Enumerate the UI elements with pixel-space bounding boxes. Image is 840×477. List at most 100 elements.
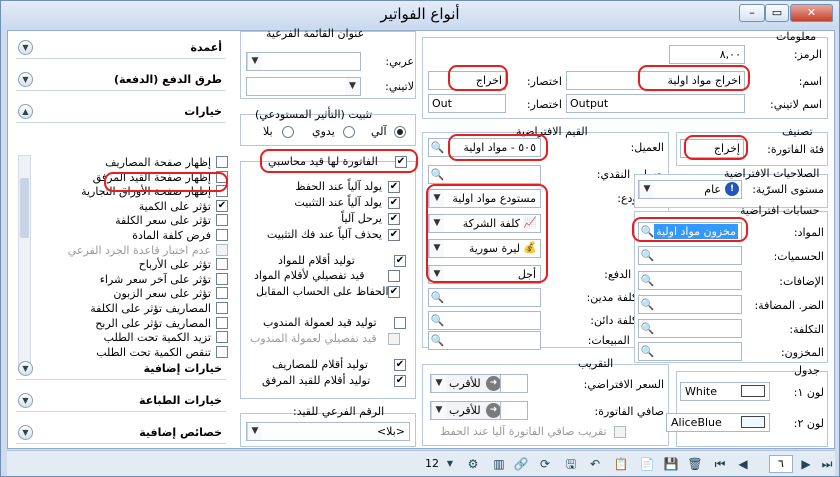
search-icon[interactable]: 🔍 bbox=[639, 296, 656, 313]
radio-auto[interactable] bbox=[394, 126, 406, 138]
additions-input[interactable]: 🔍 bbox=[638, 271, 742, 290]
detailed-items-checkbox[interactable] bbox=[388, 270, 400, 282]
code-input[interactable]: ٨,٠٠ bbox=[669, 45, 745, 64]
search-icon[interactable]: 🔍 bbox=[639, 272, 656, 289]
scrollbar-thumb[interactable] bbox=[20, 178, 29, 238]
undo-icon[interactable]: ↶ bbox=[587, 456, 603, 472]
latin-select[interactable]: ▼ bbox=[246, 77, 361, 96]
next-icon[interactable]: ▶ bbox=[798, 456, 814, 472]
name-input[interactable]: اخراج مواد اولية bbox=[566, 71, 745, 90]
gen-expenses-checkbox[interactable]: ✔ bbox=[394, 359, 406, 371]
refresh-icon[interactable]: ⟳ bbox=[537, 456, 553, 472]
gen-attached-checkbox[interactable]: ✔ bbox=[394, 375, 406, 387]
option-item[interactable]: فرض كلفة المادة bbox=[35, 228, 228, 244]
customer-input[interactable]: 🔍 ٥٠٥ - مواد اولية bbox=[428, 138, 541, 157]
vat-input[interactable]: 🔍 bbox=[638, 295, 742, 314]
option-item[interactable]: إظهار صفحة القيد المرفق bbox=[35, 170, 228, 186]
option-checkbox[interactable] bbox=[216, 156, 228, 168]
materials-input[interactable]: 🔍 مخزون مواد اولية bbox=[638, 222, 742, 241]
color2-select[interactable]: AliceBlue bbox=[666, 413, 770, 432]
option-item[interactable]: تؤثر على سعر الزبون bbox=[35, 286, 228, 302]
color1-select[interactable]: White bbox=[680, 382, 770, 401]
arabic-select[interactable]: ▼ bbox=[246, 52, 361, 71]
search-icon[interactable]: 🔍 bbox=[639, 247, 656, 264]
journal-option-checkbox[interactable]: ✔ bbox=[388, 181, 400, 193]
debit-center-input[interactable]: 🔍 bbox=[428, 288, 541, 307]
chevron-down-icon[interactable]: ▼ bbox=[429, 266, 444, 283]
barcode-icon[interactable]: ▥ bbox=[491, 456, 507, 472]
dropdown-arrow-icon[interactable]: ▼ bbox=[445, 456, 455, 472]
option-checkbox[interactable] bbox=[216, 302, 228, 314]
option-item[interactable]: تؤثر على آخر سعر شراء bbox=[35, 272, 228, 288]
credit-center-input[interactable]: 🔍 bbox=[428, 311, 541, 330]
price-select[interactable]: ▼ 📈 كلفة الشركة bbox=[428, 214, 541, 233]
invoice-journal-checkbox[interactable]: ✔ bbox=[395, 156, 407, 168]
chevron-down-icon[interactable]: ▼ bbox=[639, 181, 654, 198]
latin-name-input[interactable]: Output bbox=[566, 94, 745, 113]
option-item[interactable]: ✔ تؤثر على الكمية bbox=[35, 199, 228, 215]
payment-select[interactable]: ▼ أجل bbox=[428, 265, 541, 284]
journal-option-checkbox[interactable]: ✔ bbox=[388, 213, 400, 225]
discounts-input[interactable]: 🔍 bbox=[638, 246, 742, 265]
chevron-down-icon[interactable]: ▼ bbox=[18, 72, 33, 87]
option-item[interactable]: تزيد الكمية تحت الطلب bbox=[35, 330, 228, 346]
delete-icon[interactable]: 🗑 bbox=[687, 456, 703, 472]
section-print-options[interactable]: خيارات الطباعة ▼ bbox=[16, 390, 226, 412]
chevron-down-icon[interactable]: ▼ bbox=[431, 402, 446, 419]
option-checkbox[interactable] bbox=[216, 345, 228, 358]
chevron-down-icon[interactable]: ▼ bbox=[429, 215, 444, 232]
option-item[interactable]: المصاريف تؤثر على الربح bbox=[35, 316, 228, 332]
option-item[interactable]: المصاريف تؤثر على الكلفة bbox=[35, 301, 228, 317]
copy-icon[interactable]: 📋 bbox=[613, 456, 629, 472]
sales-rep-input[interactable]: 🔍 bbox=[428, 331, 541, 350]
chevron-down-icon[interactable]: ▼ bbox=[18, 40, 33, 55]
radio-manual[interactable] bbox=[343, 126, 355, 138]
option-checkbox[interactable] bbox=[216, 243, 228, 256]
option-checkbox[interactable] bbox=[216, 185, 228, 198]
section-payment[interactable]: طرق الدفع (الدفعة) ▼ bbox=[16, 69, 226, 91]
search-icon[interactable]: 🔍 bbox=[429, 312, 446, 329]
options-scrollbar[interactable] bbox=[18, 155, 31, 367]
cash-input[interactable]: 🔍 bbox=[428, 165, 541, 184]
last-icon[interactable]: ⏭ bbox=[819, 456, 835, 472]
chevron-down-icon[interactable]: ▼ bbox=[431, 375, 446, 392]
chevron-up-icon[interactable]: ▲ bbox=[18, 104, 33, 119]
chevron-down-icon[interactable]: ▼ bbox=[18, 393, 33, 408]
chevron-down-icon[interactable]: ▼ bbox=[429, 240, 444, 257]
link-icon[interactable]: 🔗 bbox=[513, 456, 529, 472]
agent-detailed-checkbox[interactable] bbox=[388, 333, 400, 345]
radio-none[interactable] bbox=[282, 126, 294, 138]
journal-option-checkbox[interactable]: ✔ bbox=[388, 197, 400, 209]
inventory-input[interactable]: 🔍 bbox=[638, 342, 742, 361]
gen-items-checkbox[interactable]: ✔ bbox=[394, 255, 406, 267]
search-icon[interactable]: 🔍 bbox=[639, 320, 656, 337]
save-icon[interactable]: 💾 bbox=[663, 456, 679, 472]
agent-commission-checkbox[interactable] bbox=[394, 317, 406, 329]
option-checkbox[interactable] bbox=[216, 214, 228, 227]
settings-icon[interactable]: ⚙ bbox=[465, 456, 481, 472]
restore-button[interactable]: ▭ bbox=[765, 4, 789, 22]
option-checkbox[interactable] bbox=[216, 258, 228, 271]
secrecy-select[interactable]: ▼! عام bbox=[638, 180, 742, 199]
keep-account-checkbox[interactable]: ✔ bbox=[388, 286, 400, 298]
chevron-down-icon[interactable]: ▼ bbox=[429, 190, 444, 207]
chevron-down-icon[interactable]: ▼ bbox=[345, 78, 360, 95]
chevron-down-icon[interactable]: ▼ bbox=[247, 53, 262, 70]
cost-input[interactable]: 🔍 bbox=[638, 319, 742, 338]
search-icon[interactable]: 🔍 bbox=[429, 139, 446, 156]
minimize-button[interactable]: – bbox=[739, 4, 765, 22]
search-icon[interactable]: 🔍 bbox=[429, 289, 446, 306]
abbr-input[interactable]: اخراج bbox=[428, 71, 506, 90]
chevron-down-icon[interactable]: ▼ bbox=[18, 361, 33, 376]
search-icon[interactable]: 🔍 bbox=[429, 332, 446, 349]
subnum-select[interactable]: ▼ <بلا> bbox=[246, 422, 410, 441]
default-price-value[interactable] bbox=[500, 374, 528, 393]
option-checkbox[interactable] bbox=[216, 287, 228, 300]
option-item[interactable]: تؤثر على سعر الكلفة bbox=[35, 213, 228, 229]
auto-round-checkbox[interactable] bbox=[614, 426, 626, 438]
option-checkbox[interactable] bbox=[216, 170, 228, 183]
latin-abbr-input[interactable]: Out bbox=[428, 94, 506, 113]
chevron-down-icon[interactable]: ▼ bbox=[18, 425, 33, 440]
journal-option-checkbox[interactable]: ✔ bbox=[388, 229, 400, 241]
currency-select[interactable]: ▼ 💰 ليرة سورية bbox=[428, 239, 541, 258]
